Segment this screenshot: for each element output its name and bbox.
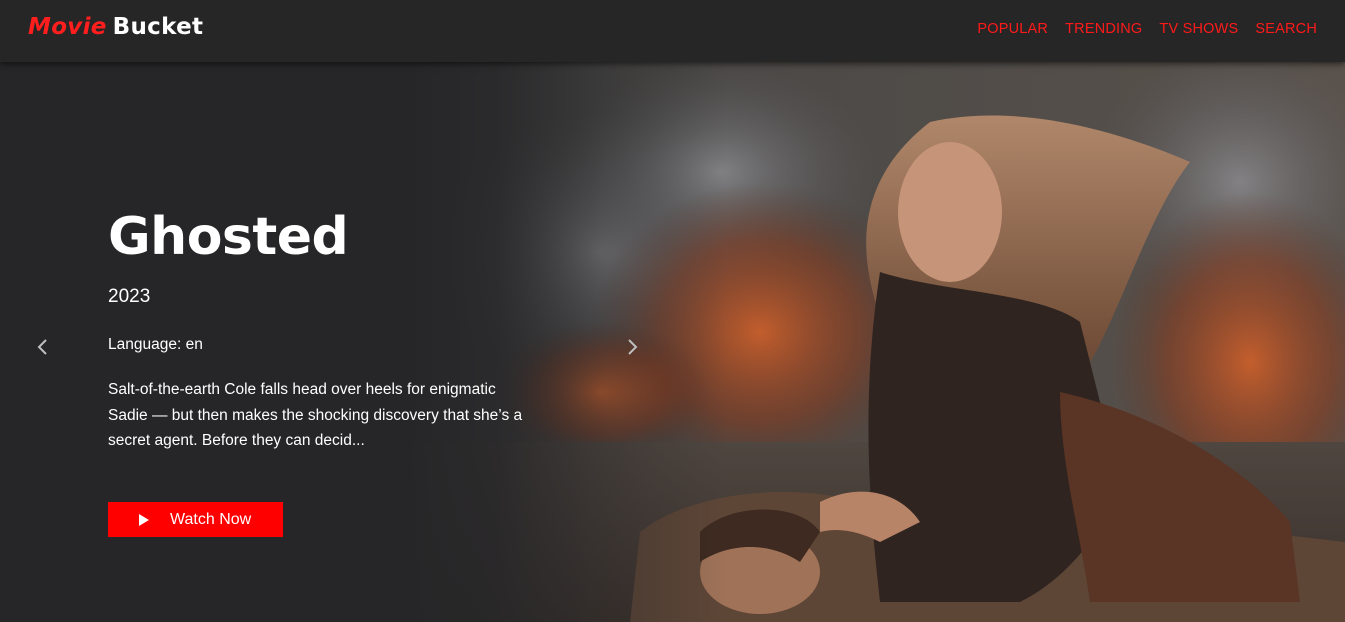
play-icon xyxy=(139,513,149,526)
nav-links: POPULAR TRENDING TV SHOWS SEARCH xyxy=(977,21,1317,37)
brand-logo-part1: Movie xyxy=(28,14,107,40)
movie-title: Ghosted xyxy=(108,207,349,267)
nav-link-popular[interactable]: POPULAR xyxy=(977,21,1048,37)
movie-overview: Salt-of-the-earth Cole falls head over h… xyxy=(108,381,523,449)
brand-logo[interactable]: Movie Bucket xyxy=(28,12,203,42)
chevron-right-icon[interactable] xyxy=(620,335,644,359)
nav-link-tv-shows[interactable]: TV SHOWS xyxy=(1159,21,1238,37)
movie-language: Language: en xyxy=(108,336,203,353)
nav-link-trending[interactable]: TRENDING xyxy=(1065,21,1142,37)
movie-year: 2023 xyxy=(108,286,151,307)
chevron-left-icon[interactable] xyxy=(31,335,55,359)
watch-now-button[interactable]: Watch Now xyxy=(108,502,283,537)
brand-logo-part2: Bucket xyxy=(112,14,204,40)
hero-banner: Ghosted 2023 Language: en Salt-of-the-ea… xyxy=(0,62,1345,622)
watch-now-label: Watch Now xyxy=(170,510,252,528)
navbar: Movie Bucket POPULAR TRENDING TV SHOWS SE… xyxy=(0,0,1345,62)
nav-link-search[interactable]: SEARCH xyxy=(1255,21,1317,37)
hero-content: Ghosted 2023 Language: en Salt-of-the-ea… xyxy=(108,207,538,537)
